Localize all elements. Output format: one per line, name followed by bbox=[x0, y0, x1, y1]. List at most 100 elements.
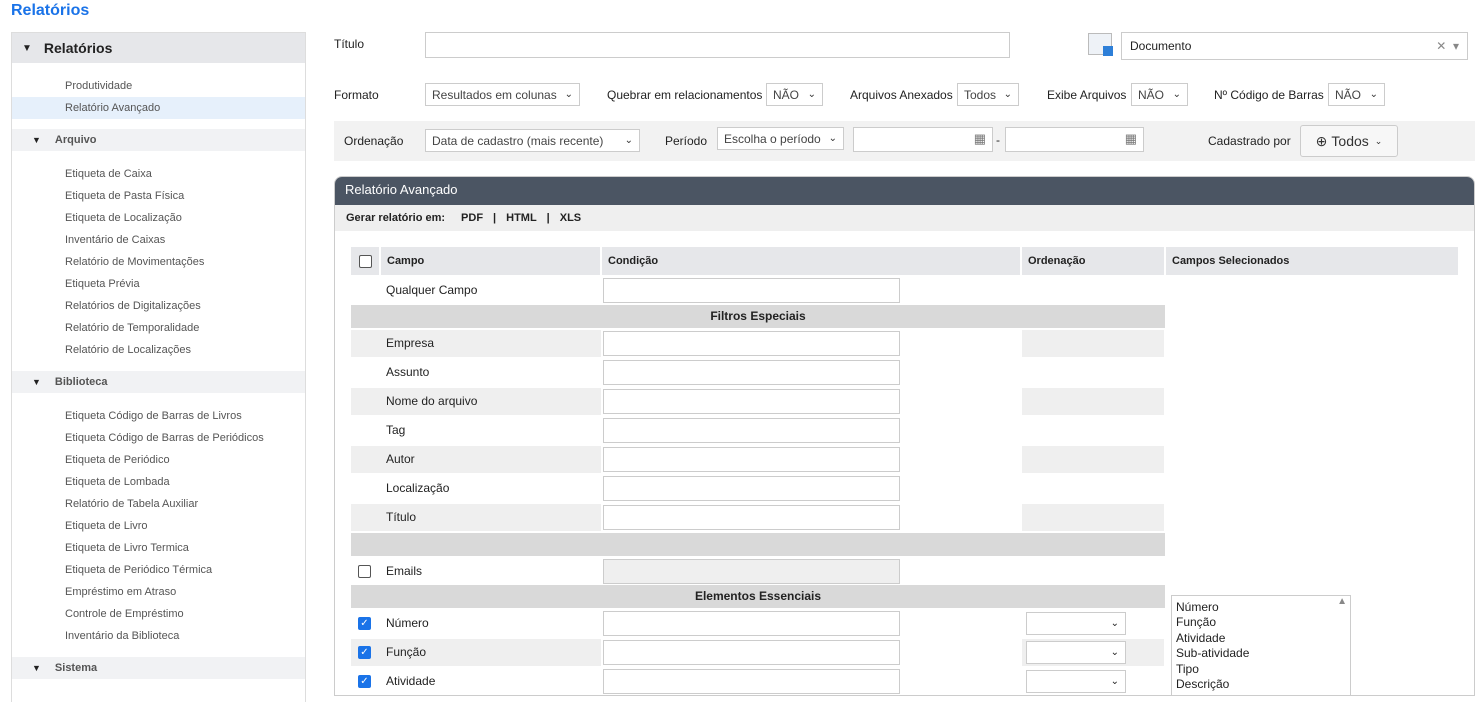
essential-input[interactable] bbox=[603, 640, 900, 665]
export-pdf-link[interactable]: PDF bbox=[461, 212, 483, 224]
ordenacao-field-select[interactable]: ⌄ bbox=[1026, 641, 1126, 664]
periodo-select[interactable]: Escolha o período ⌄ bbox=[717, 127, 844, 150]
qualquer-campo-input[interactable] bbox=[603, 278, 900, 303]
filter-input[interactable] bbox=[603, 447, 900, 472]
export-html-link[interactable]: HTML bbox=[506, 212, 537, 224]
sidebar-header[interactable]: ▼ Relatórios bbox=[12, 33, 305, 63]
filter-input[interactable] bbox=[603, 360, 900, 385]
sidebar-item[interactable]: Inventário da Biblioteca bbox=[12, 625, 305, 647]
filter-input[interactable] bbox=[603, 389, 900, 414]
scroll-up-arrow-icon[interactable]: ▲ bbox=[1337, 596, 1347, 607]
sidebar-item[interactable]: Etiqueta de Livro bbox=[12, 515, 305, 537]
anexos-select[interactable]: Todos ⌄ bbox=[957, 83, 1019, 106]
filter-input[interactable] bbox=[603, 476, 900, 501]
periodo-value: Escolha o período bbox=[724, 131, 821, 146]
sidebar-item[interactable]: Relatório Avançado bbox=[12, 97, 305, 119]
selected-field-option[interactable]: Sub-atividade bbox=[1176, 646, 1346, 661]
field-checkbox-checked[interactable]: ✓ bbox=[358, 646, 371, 659]
sidebar-item[interactable]: Etiqueta de Periódico Térmica bbox=[12, 559, 305, 581]
chevron-down-icon: ⌄ bbox=[1003, 89, 1012, 100]
quebrar-select[interactable]: NÃO ⌄ bbox=[766, 83, 823, 106]
header-ordenacao: Ordenação bbox=[1022, 247, 1164, 275]
sidebar-section-1[interactable]: ▼ Biblioteca bbox=[12, 371, 305, 393]
filter-input[interactable] bbox=[603, 505, 900, 530]
selected-field-option[interactable]: Atividade bbox=[1176, 631, 1346, 646]
sidebar-section-2[interactable]: ▼ Sistema bbox=[12, 657, 305, 679]
ordenacao-field-select[interactable]: ⌄ bbox=[1026, 670, 1126, 693]
sidebar-item[interactable]: Relatório de Tabela Auxiliar bbox=[12, 493, 305, 515]
field-checkbox-checked[interactable]: ✓ bbox=[358, 617, 371, 630]
chevron-down-icon: ⌄ bbox=[1369, 89, 1378, 100]
clear-and-dropdown-icon[interactable]: ✕ ▾ bbox=[1436, 39, 1459, 53]
barras-select[interactable]: NÃO ⌄ bbox=[1328, 83, 1385, 106]
calendar-icon[interactable]: ▦ bbox=[1125, 131, 1137, 147]
filtros-especiais-band: Filtros Especiais bbox=[351, 305, 1165, 328]
ordenacao-select[interactable]: Data de cadastro (mais recente) ⌄ bbox=[425, 129, 640, 152]
campos-selecionados-list[interactable]: ▲ Número Função Atividade Sub-atividade Tipo D… bbox=[1171, 595, 1351, 695]
sidebar-item[interactable]: Etiqueta de Lombada bbox=[12, 471, 305, 493]
sidebar-item[interactable]: Etiqueta de Livro Termica bbox=[12, 537, 305, 559]
ordenacao-field-select[interactable]: ⌄ bbox=[1026, 612, 1126, 635]
selected-field-option[interactable]: Número bbox=[1176, 600, 1346, 615]
filter-row: Tag bbox=[351, 417, 1165, 444]
titulo-input[interactable] bbox=[425, 32, 1010, 58]
field-label: Assunto bbox=[386, 365, 430, 379]
chevron-down-icon: ⌄ bbox=[1374, 135, 1383, 146]
collapse-triangle-icon: ▼ bbox=[22, 42, 32, 54]
sidebar-item[interactable]: Relatórios de Digitalizações bbox=[12, 295, 305, 317]
field-checkbox-checked[interactable]: ✓ bbox=[358, 675, 371, 688]
separator-band bbox=[351, 533, 1165, 556]
calendar-icon[interactable]: ▦ bbox=[974, 131, 986, 147]
essential-input[interactable] bbox=[603, 611, 900, 636]
sidebar-item[interactable]: Etiqueta de Localização bbox=[12, 207, 305, 229]
filter-row: Assunto bbox=[351, 359, 1165, 386]
filter-input[interactable] bbox=[603, 418, 900, 443]
sidebar-item[interactable]: Etiqueta Prévia bbox=[12, 273, 305, 295]
elementos-essenciais-band: Elementos Essenciais bbox=[351, 585, 1165, 608]
sidebar-item[interactable]: Etiqueta de Periódico bbox=[12, 449, 305, 471]
essential-row: Atividade ✓ ⌄ bbox=[351, 668, 1165, 695]
exibe-select[interactable]: NÃO ⌄ bbox=[1131, 83, 1188, 106]
cadastrado-value: Todos bbox=[1331, 133, 1369, 149]
sidebar-item[interactable]: Etiqueta de Caixa bbox=[12, 163, 305, 185]
header-campos-selecionados: Campos Selecionados bbox=[1166, 247, 1458, 275]
field-label: Nome do arquivo bbox=[351, 388, 601, 415]
document-type-select[interactable]: Documento ✕ ▾ bbox=[1121, 32, 1468, 60]
quebrar-value: NÃO bbox=[773, 87, 800, 102]
sidebar-item[interactable]: Inventário de Caixas bbox=[12, 229, 305, 251]
selected-field-option[interactable]: Descrição bbox=[1176, 677, 1346, 692]
essential-input[interactable] bbox=[603, 669, 900, 694]
sidebar-item[interactable]: Empréstimo em Atraso bbox=[12, 581, 305, 603]
filter-row: Nome do arquivo bbox=[351, 388, 1165, 415]
filter-input[interactable] bbox=[603, 331, 900, 356]
titulo-label: Título bbox=[334, 37, 365, 51]
document-search-icon[interactable] bbox=[1088, 33, 1113, 56]
chevron-down-icon: ⌄ bbox=[624, 135, 633, 146]
select-all-checkbox[interactable] bbox=[359, 254, 372, 268]
sidebar-item[interactable]: Relatório de Temporalidade bbox=[12, 317, 305, 339]
quebrar-label: Quebrar em relacionamentos bbox=[607, 88, 763, 102]
date-from-input[interactable]: ▦ bbox=[853, 127, 993, 152]
ordenacao-value: Data de cadastro (mais recente) bbox=[432, 133, 604, 148]
export-xls-link[interactable]: XLS bbox=[560, 212, 581, 224]
sidebar-item[interactable]: Etiqueta Código de Barras de Livros bbox=[12, 405, 305, 427]
sidebar-item[interactable]: Controle de Empréstimo bbox=[12, 603, 305, 625]
sidebar-section-0[interactable]: ▼ Arquivo bbox=[12, 129, 305, 151]
essential-row: Função ✓ ⌄ bbox=[351, 639, 1165, 666]
collapse-triangle-icon: ▼ bbox=[32, 135, 41, 145]
sidebar-item[interactable]: Produtividade bbox=[12, 75, 305, 97]
sidebar-item[interactable]: Relatório de Movimentações bbox=[12, 251, 305, 273]
qualquer-campo-row: Qualquer Campo bbox=[351, 277, 1165, 304]
selected-field-option[interactable]: Função bbox=[1176, 615, 1346, 630]
panel-title: Relatório Avançado bbox=[335, 177, 1474, 205]
formato-select[interactable]: Resultados em colunas ⌄ bbox=[425, 83, 580, 106]
selected-field-option[interactable]: Tipo bbox=[1176, 662, 1346, 677]
emails-input-disabled bbox=[603, 559, 900, 584]
sidebar-item[interactable]: Relatório de Localizações bbox=[12, 339, 305, 361]
sidebar-item[interactable]: Etiqueta Código de Barras de Periódicos bbox=[12, 427, 305, 449]
sidebar-item[interactable]: Etiqueta de Pasta Física bbox=[12, 185, 305, 207]
cadastrado-dropdown-button[interactable]: ⊕ Todos ⌄ bbox=[1300, 125, 1398, 157]
collapse-triangle-icon: ▼ bbox=[32, 663, 41, 673]
header-condicao: Condição bbox=[602, 247, 1020, 275]
date-to-input[interactable]: ▦ bbox=[1005, 127, 1144, 152]
